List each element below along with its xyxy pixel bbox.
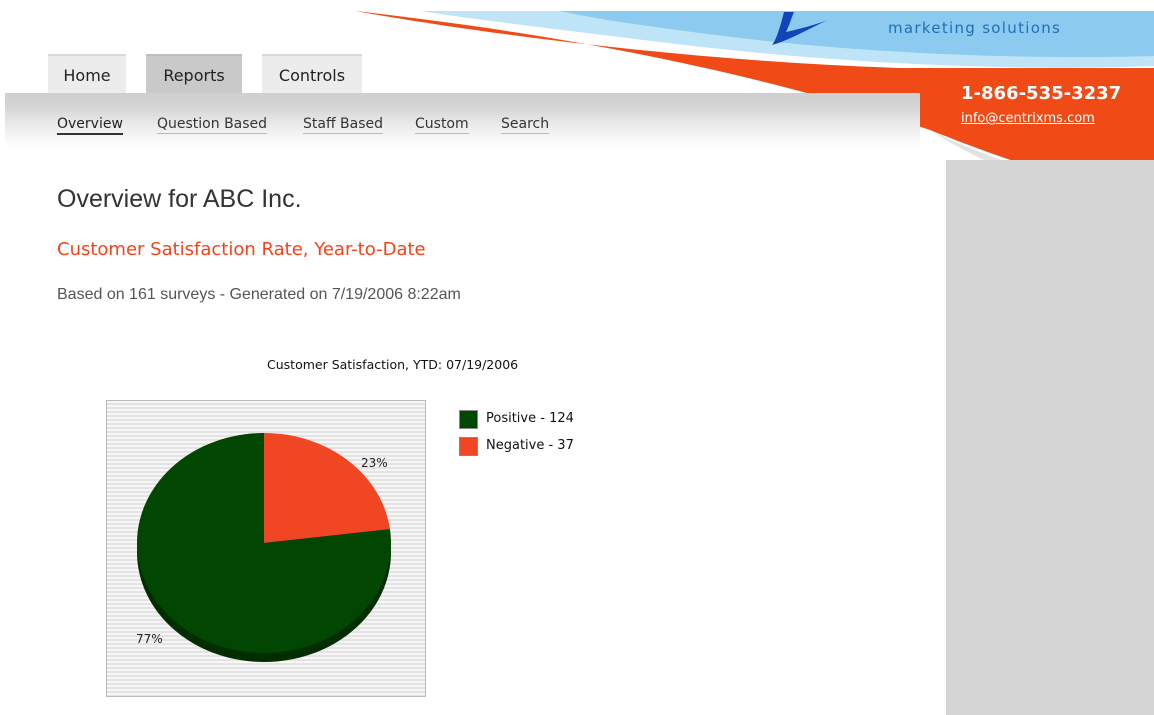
subnav-question-based[interactable]: Question Based: [157, 116, 268, 134]
pie-chart: [137, 433, 391, 662]
legend-label-positive: Positive - 124: [486, 411, 574, 426]
page-title: Overview for ABC Inc.: [57, 185, 302, 213]
brand-tagline: marketing solutions: [888, 19, 1062, 37]
tab-reports[interactable]: Reports: [146, 54, 242, 93]
chart-title: Customer Satisfaction, YTD: 07/19/2006: [267, 357, 519, 372]
tab-controls[interactable]: Controls: [262, 54, 362, 93]
subnav-overview[interactable]: Overview: [57, 116, 123, 135]
legend-swatch-negative: [459, 437, 478, 456]
email-link[interactable]: info@centrixms.com: [961, 111, 1095, 126]
report-info: Based on 161 surveys - Generated on 7/19…: [57, 286, 461, 303]
legend-swatch-positive: [459, 410, 478, 429]
legend-label-negative: Negative - 37: [486, 438, 574, 453]
subnav-staff-based[interactable]: Staff Based: [303, 116, 384, 134]
slice-label-positive: 77%: [136, 632, 163, 646]
subnav-search[interactable]: Search: [501, 116, 550, 134]
subnav-custom[interactable]: Custom: [415, 116, 469, 134]
pie-slice-negative: [264, 433, 390, 543]
tab-home[interactable]: Home: [48, 54, 126, 93]
slice-label-negative: 23%: [361, 456, 388, 470]
sidebar: [946, 160, 1154, 715]
section-title: Customer Satisfaction Rate, Year-to-Date: [57, 239, 426, 260]
phone-number: 1-866-535-3237: [961, 83, 1122, 104]
